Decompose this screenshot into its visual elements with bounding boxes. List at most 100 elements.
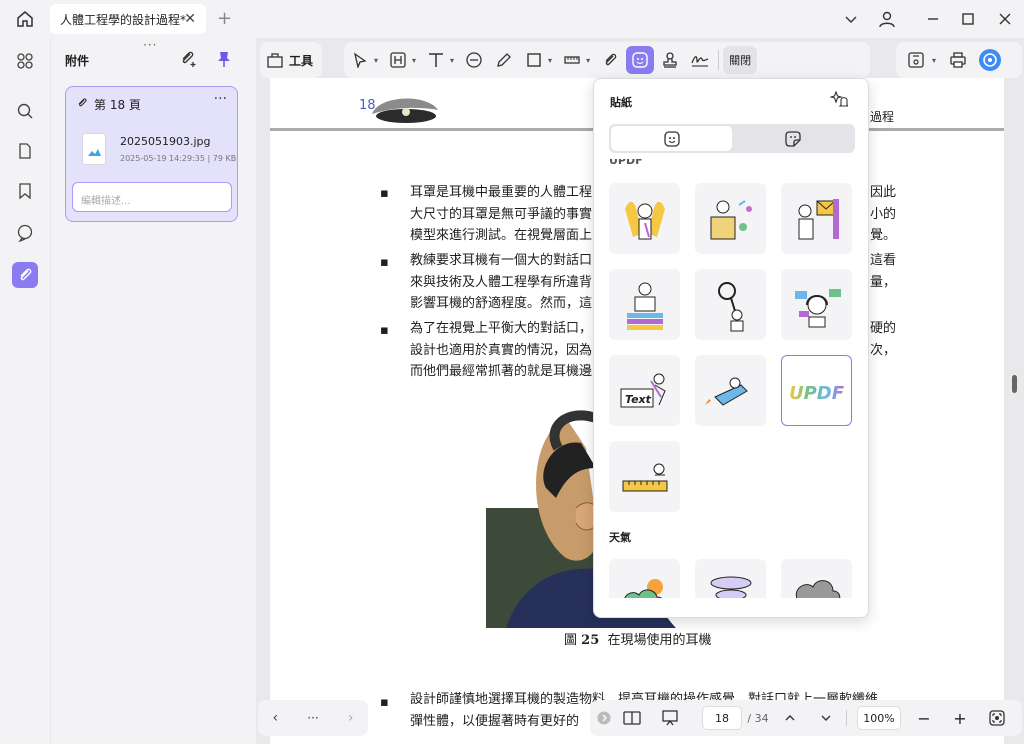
total-pages: / 34 xyxy=(747,711,769,725)
sticker-panel: 貼紙 UPDF Text UPDF 天氣 xyxy=(593,78,869,618)
description-input[interactable]: 編輯描述... xyxy=(72,182,232,212)
sticker-mailbox[interactable] xyxy=(781,183,852,254)
close-tab-icon[interactable]: ✕ xyxy=(184,11,196,27)
pin-icon[interactable] xyxy=(216,50,232,72)
text-tool-icon[interactable] xyxy=(422,46,450,74)
sticker-ruler[interactable] xyxy=(609,441,680,512)
chevron-down-icon[interactable]: ▾ xyxy=(450,56,454,65)
select-tool-icon[interactable] xyxy=(346,46,374,74)
shape-tool-icon[interactable] xyxy=(520,46,548,74)
new-tab-icon[interactable]: + xyxy=(217,8,232,29)
emoji-sticker-tab[interactable] xyxy=(611,126,732,151)
attach-tool-icon[interactable] xyxy=(596,46,624,74)
thumbnails-icon[interactable] xyxy=(12,48,38,74)
zoom-level[interactable]: 100% xyxy=(857,706,901,730)
sticker-tornado[interactable] xyxy=(695,559,766,598)
sticker-updf[interactable]: UPDF xyxy=(781,355,852,426)
signature-tool-icon[interactable] xyxy=(686,46,714,74)
sticker-desk-person[interactable] xyxy=(695,183,766,254)
close-toolbar-button[interactable]: 關閉 xyxy=(723,46,758,74)
measure-tool-icon[interactable] xyxy=(558,46,586,74)
chevron-down-icon[interactable]: ▾ xyxy=(586,56,590,65)
sticker-yellow-arms[interactable] xyxy=(609,183,680,254)
search-icon[interactable] xyxy=(12,98,38,124)
section-title: 過程 xyxy=(869,110,894,124)
previous-icon[interactable]: ‹ xyxy=(273,710,279,726)
chevron-down-icon[interactable]: ▾ xyxy=(932,56,936,65)
page-nav-bar: ‹ ··· › xyxy=(258,700,368,736)
sticker-rocket[interactable] xyxy=(695,355,766,426)
paragraph-2-right: 這看 量， xyxy=(870,253,897,290)
paragraph-1: 耳罩是耳機中最重要的人體工程 大尺寸的耳罩是無可爭議的事實 模型來進行測試。在視… xyxy=(410,185,593,243)
sticker-grid: Text UPDF 天氣 xyxy=(609,183,859,598)
paragraph-1-right: 因此 小的 覺。 xyxy=(870,185,897,243)
attachment-card[interactable]: 第 18 頁 ··· 2025051903.jpg 2025-05-19 14:… xyxy=(65,86,238,222)
minimize-icon[interactable] xyxy=(922,8,944,30)
maximize-icon[interactable] xyxy=(957,8,979,30)
page-layout-icon[interactable] xyxy=(620,706,644,730)
fit-page-icon[interactable] xyxy=(986,706,1008,730)
sticker-books[interactable] xyxy=(609,269,680,340)
document-tab[interactable]: 人體工程學的設計過程* ✕ xyxy=(50,4,206,34)
ai-sparkle-icon[interactable] xyxy=(828,90,850,113)
sticker-type-segment xyxy=(609,124,855,153)
left-sidebar xyxy=(0,38,50,744)
chevron-down-icon[interactable]: ▾ xyxy=(548,56,552,65)
more-options-icon[interactable]: ··· xyxy=(307,711,318,725)
panel-resize-handle[interactable]: ··· xyxy=(143,38,157,52)
highlight-tool-icon[interactable] xyxy=(384,46,412,74)
custom-sticker-icon xyxy=(784,130,801,147)
scrollbar-thumb[interactable] xyxy=(1012,375,1017,393)
title-bar: 人體工程學的設計過程* ✕ + xyxy=(0,0,1024,38)
sticker-magnifier[interactable] xyxy=(695,269,766,340)
chevron-down-icon[interactable]: ▾ xyxy=(412,56,416,65)
paragraph-2: 教練要求耳機有一個大的對話口 來與技術及人體工程學有所違背 影響耳機的舒適程度。… xyxy=(410,253,593,311)
stamp-tool-icon[interactable] xyxy=(656,46,684,74)
sticker-text-label: Text xyxy=(625,393,652,406)
next-icon[interactable]: › xyxy=(348,710,354,726)
page-label: 第 18 頁 xyxy=(94,98,141,112)
comment-tool-icon[interactable] xyxy=(460,46,488,74)
home-icon[interactable] xyxy=(14,8,36,30)
next-page-icon[interactable] xyxy=(816,706,836,730)
zoom-in-icon[interactable]: + xyxy=(950,706,970,730)
sticker-headset[interactable] xyxy=(781,269,852,340)
presentation-icon[interactable] xyxy=(658,706,682,730)
sticker-tool-icon[interactable] xyxy=(626,46,655,74)
bookmark-icon[interactable] xyxy=(12,178,38,204)
image-file-icon xyxy=(82,133,106,165)
save-icon[interactable] xyxy=(902,46,930,74)
add-attachment-icon[interactable] xyxy=(179,50,197,72)
ai-assistant-icon[interactable] xyxy=(976,46,1004,74)
print-icon[interactable] xyxy=(944,46,972,74)
chevron-down-icon[interactable] xyxy=(840,8,862,30)
annotation-tools: ▾ ▾ ▾ ▾ ▾ 關閉 xyxy=(344,42,870,78)
figure-caption: 圖 25 在現場使用的耳機 xyxy=(564,633,712,648)
sticker-sun-cloud[interactable] xyxy=(609,559,680,598)
tab-title: 人體工程學的設計過程* xyxy=(60,12,187,27)
more-options-icon[interactable]: ··· xyxy=(214,91,227,107)
weather-section-label: 天氣 xyxy=(609,531,631,544)
sticker-storm-cloud[interactable] xyxy=(781,559,852,598)
custom-sticker-tab[interactable] xyxy=(732,126,853,151)
attachments-title: 附件 xyxy=(65,54,90,68)
current-page-input[interactable]: 18 xyxy=(702,706,742,730)
attachment-icon[interactable] xyxy=(12,262,38,288)
sticker-icon xyxy=(663,130,680,147)
zoom-out-icon[interactable]: − xyxy=(914,706,934,730)
sticker-text[interactable]: Text xyxy=(609,355,680,426)
close-window-icon[interactable] xyxy=(994,8,1016,30)
page-controls: 18 / 34 100% − + xyxy=(590,700,1022,736)
pencil-tool-icon[interactable] xyxy=(490,46,518,74)
tools-button[interactable]: 工具 xyxy=(260,42,322,78)
section-label-partial: UPDF xyxy=(609,159,643,167)
chevron-down-icon[interactable]: ▾ xyxy=(374,56,378,65)
comment-icon[interactable] xyxy=(12,220,38,246)
pages-icon[interactable] xyxy=(12,138,38,164)
account-icon[interactable] xyxy=(876,8,898,30)
attachments-panel: ··· 附件 第 18 頁 ··· 2025051903.jpg 2025-05… xyxy=(50,38,255,744)
file-name: 2025051903.jpg xyxy=(120,135,211,148)
main-toolbar: 工具 ▾ ▾ ▾ ▾ ▾ 關閉 ▾ xyxy=(260,42,1022,78)
collapse-icon[interactable] xyxy=(596,706,612,730)
previous-page-icon[interactable] xyxy=(780,706,800,730)
